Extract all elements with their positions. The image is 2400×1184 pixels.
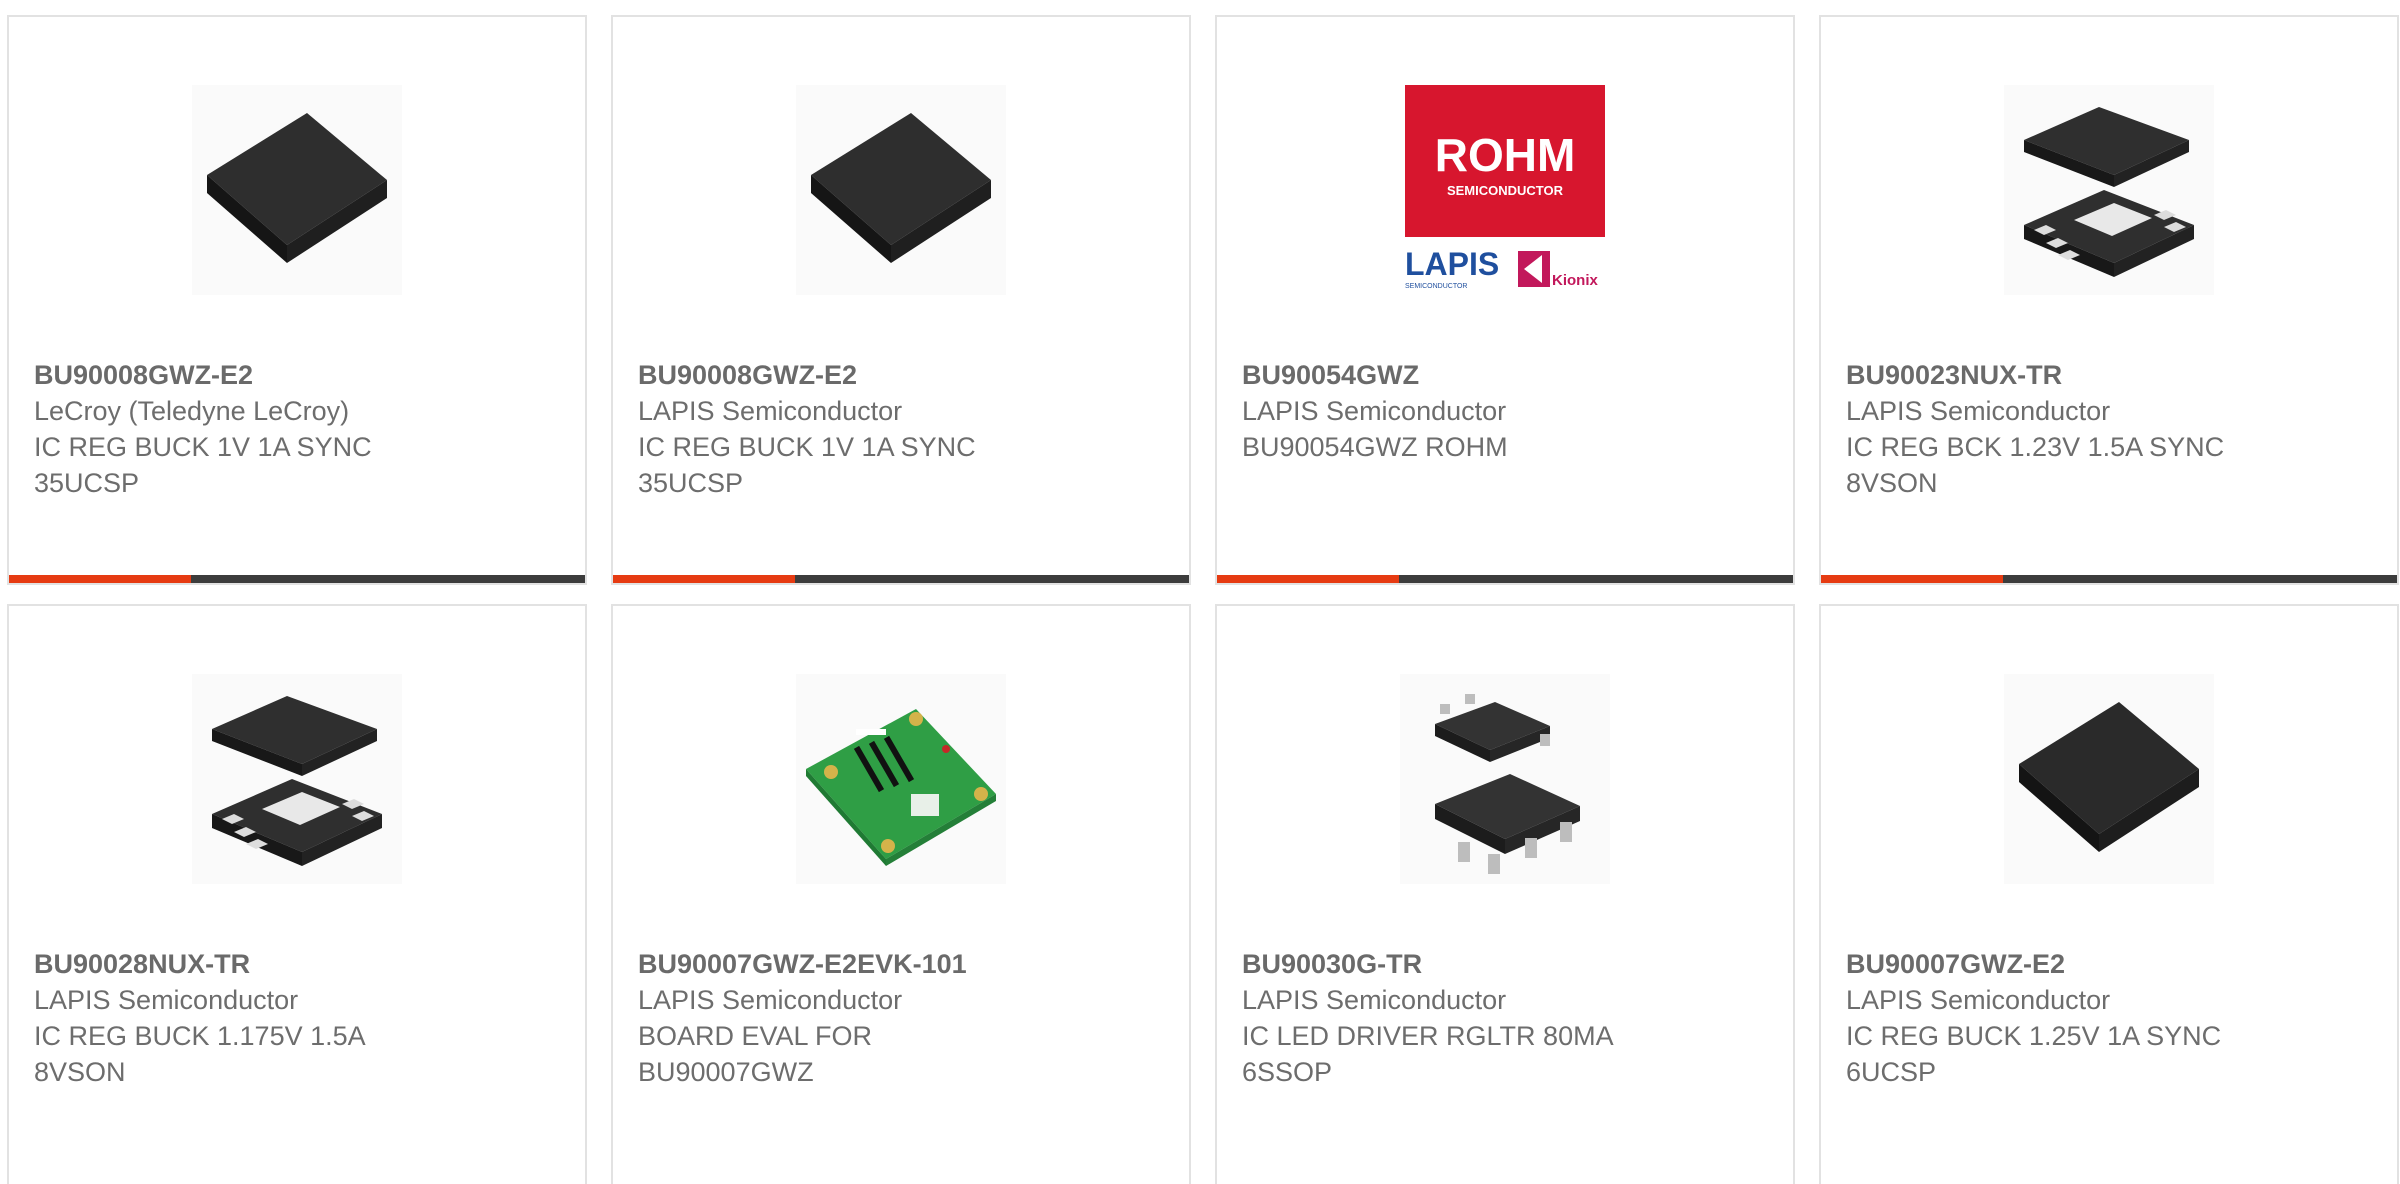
product-description: IC REG BUCK 1V 1A SYNC — [638, 432, 976, 462]
part-number-link[interactable]: BU90023NUX-TR — [1846, 357, 2366, 393]
manufacturer-name: LAPIS Semiconductor — [34, 985, 299, 1015]
product-description: IC REG BUCK 1V 1A SYNC — [34, 432, 372, 462]
rohm-logo-text: ROHM — [1435, 129, 1576, 181]
product-description: IC REG BCK 1.23V 1.5A SYNC — [1846, 432, 2225, 462]
part-number-link[interactable]: BU90007GWZ-E2 — [1846, 946, 2366, 982]
part-number-link[interactable]: BU90008GWZ-E2 — [638, 357, 1158, 393]
product-card[interactable]: BU90007GWZ-E2EVK-101 LAPIS Semiconductor… — [611, 604, 1191, 1184]
product-grid: BU90008GWZ-E2 LeCroy (Teledyne LeCroy) I… — [0, 0, 2400, 1184]
part-number-link[interactable]: BU90030G-TR — [1242, 946, 1762, 982]
product-info: BU90008GWZ-E2 LAPIS Semiconductor IC REG… — [638, 357, 1158, 501]
product-description: IC REG BUCK 1.25V 1A SYNC — [1846, 1021, 2222, 1051]
card-footer-bar — [613, 575, 1189, 583]
product-info: BU90028NUX-TR LAPIS Semiconductor IC REG… — [34, 946, 554, 1090]
card-accent-bar — [9, 575, 191, 583]
manufacturer-name: LAPIS Semiconductor — [638, 396, 903, 426]
product-description: IC LED DRIVER RGLTR 80MA — [1242, 1021, 1614, 1051]
part-number-link[interactable]: BU90054GWZ — [1242, 357, 1762, 393]
product-info: BU90030G-TR LAPIS Semiconductor IC LED D… — [1242, 946, 1762, 1090]
product-card[interactable]: BU90028NUX-TR LAPIS Semiconductor IC REG… — [7, 604, 587, 1184]
product-info: BU90007GWZ-E2EVK-101 LAPIS Semiconductor… — [638, 946, 1158, 1090]
manufacturer-name: LAPIS Semiconductor — [1846, 396, 2111, 426]
product-description: BOARD EVAL FOR — [638, 1021, 873, 1051]
black-chip-package-icon[interactable] — [796, 85, 1006, 295]
card-footer-bar — [1217, 575, 1793, 583]
product-info: BU90008GWZ-E2 LeCroy (Teledyne LeCroy) I… — [34, 357, 554, 501]
product-card[interactable]: BU90030G-TR LAPIS Semiconductor IC LED D… — [1215, 604, 1795, 1184]
son-package-icon[interactable] — [2004, 85, 2214, 295]
card-accent-bar — [1821, 575, 2003, 583]
eval-board-icon[interactable] — [796, 674, 1006, 884]
product-card[interactable]: BU90023NUX-TR LAPIS Semiconductor IC REG… — [1819, 15, 2399, 585]
son-package-icon[interactable] — [192, 674, 402, 884]
rohm-logo[interactable]: ROHM SEMICONDUCTOR LAPIS SEMICONDUCTOR K… — [1400, 85, 1610, 295]
manufacturer-name: LAPIS Semiconductor — [1846, 985, 2111, 1015]
product-info: BU90054GWZ LAPIS Semiconductor BU90054GW… — [1242, 357, 1762, 465]
part-number-link[interactable]: BU90028NUX-TR — [34, 946, 554, 982]
product-description-cont: 8VSON — [34, 1057, 126, 1087]
product-description-cont: 35UCSP — [638, 468, 744, 498]
product-description-cont: 8VSON — [1846, 468, 1938, 498]
product-description-cont: 35UCSP — [34, 468, 140, 498]
kionix-logo-text: Kionix — [1552, 272, 1598, 289]
manufacturer-name: LAPIS Semiconductor — [1242, 396, 1507, 426]
black-chip-package-icon[interactable] — [192, 85, 402, 295]
part-number-link[interactable]: BU90007GWZ-E2EVK-101 — [638, 946, 1158, 982]
manufacturer-name: LeCroy (Teledyne LeCroy) — [34, 396, 350, 426]
product-card[interactable]: BU90007GWZ-E2 LAPIS Semiconductor IC REG… — [1819, 604, 2399, 1184]
product-description: IC REG BUCK 1.175V 1.5A — [34, 1021, 366, 1051]
part-number-link[interactable]: BU90008GWZ-E2 — [34, 357, 554, 393]
manufacturer-name: LAPIS Semiconductor — [638, 985, 903, 1015]
card-footer-bar — [9, 575, 585, 583]
rohm-logo-subtext: SEMICONDUCTOR — [1447, 183, 1564, 198]
product-description-cont: BU90007GWZ — [638, 1057, 814, 1087]
product-card[interactable]: BU90008GWZ-E2 LeCroy (Teledyne LeCroy) I… — [7, 15, 587, 585]
product-info: BU90023NUX-TR LAPIS Semiconductor IC REG… — [1846, 357, 2366, 501]
product-info: BU90007GWZ-E2 LAPIS Semiconductor IC REG… — [1846, 946, 2366, 1090]
card-footer-bar — [1821, 575, 2397, 583]
product-description-cont: 6SSOP — [1242, 1057, 1333, 1087]
product-description-cont: 6UCSP — [1846, 1057, 1937, 1087]
manufacturer-name: LAPIS Semiconductor — [1242, 985, 1507, 1015]
card-accent-bar — [1217, 575, 1399, 583]
product-description: BU90054GWZ ROHM — [1242, 432, 1508, 462]
black-chip-package-icon[interactable] — [2004, 674, 2214, 884]
card-accent-bar — [613, 575, 795, 583]
ssop-package-icon[interactable] — [1400, 674, 1610, 884]
lapis-logo-subtext: SEMICONDUCTOR — [1405, 283, 1467, 290]
lapis-logo-text: LAPIS — [1405, 246, 1499, 282]
product-card[interactable]: ROHM SEMICONDUCTOR LAPIS SEMICONDUCTOR K… — [1215, 15, 1795, 585]
product-card[interactable]: BU90008GWZ-E2 LAPIS Semiconductor IC REG… — [611, 15, 1191, 585]
